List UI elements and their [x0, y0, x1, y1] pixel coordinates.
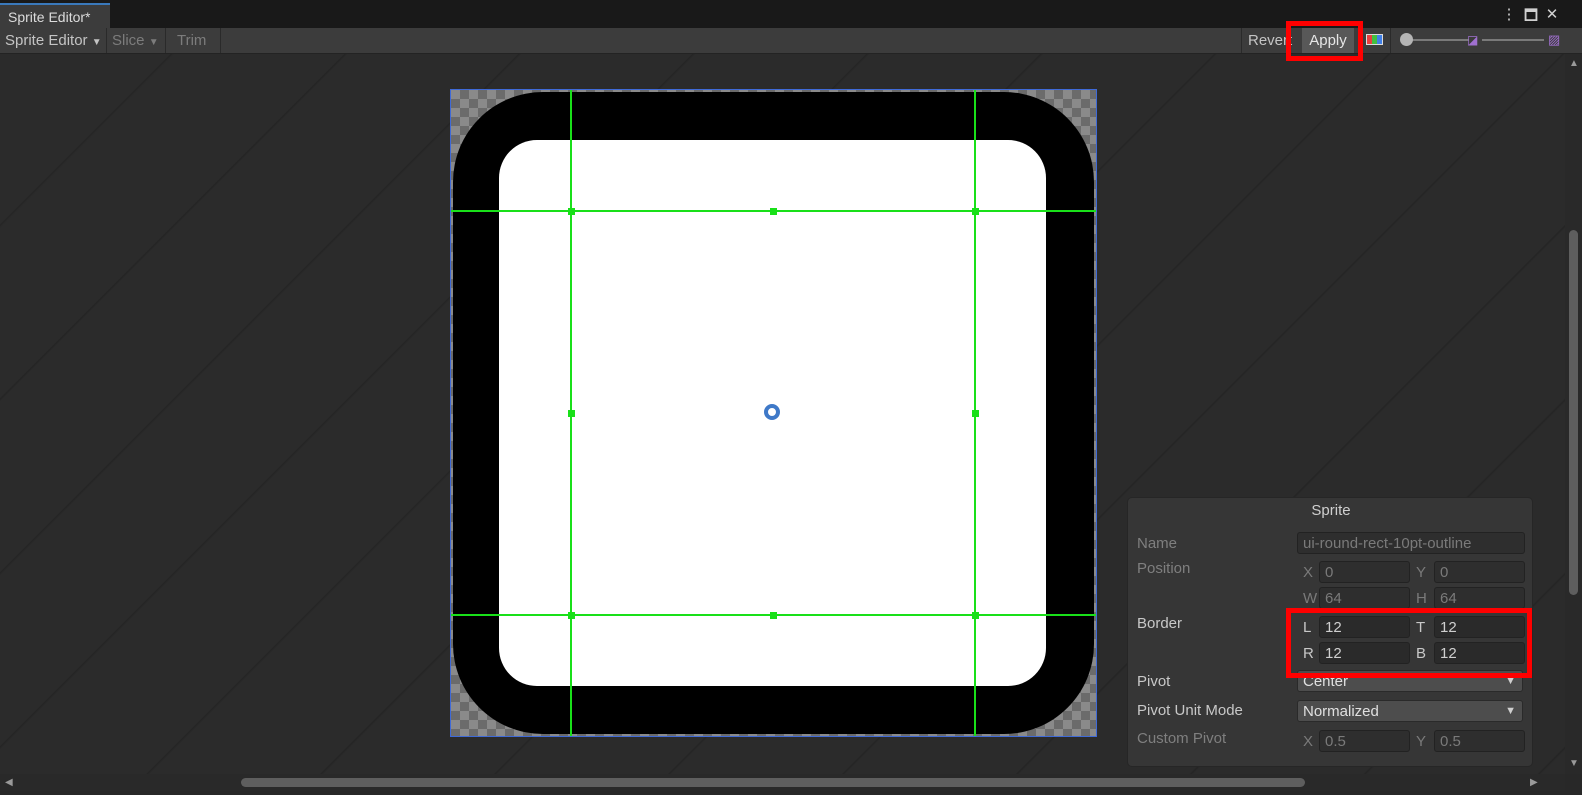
border-handle-top-right[interactable]: [972, 208, 979, 215]
pivot-handle[interactable]: [764, 404, 780, 420]
toolbar-divider: [165, 28, 166, 53]
horizontal-scroll-thumb[interactable]: [241, 778, 1305, 787]
height-label: H: [1416, 590, 1427, 607]
border-handle-top[interactable]: [770, 208, 777, 215]
slice-dropdown-label: Slice: [112, 32, 145, 49]
mode-dropdown[interactable]: Sprite Editor ▼: [0, 28, 107, 53]
rgb-swatch: [1366, 34, 1383, 45]
slice-dropdown[interactable]: Slice ▼: [107, 28, 164, 53]
scroll-down-icon[interactable]: ▼: [1569, 758, 1579, 769]
vertical-scrollbar[interactable]: ▲ ▼: [1565, 54, 1582, 774]
maximize-icon[interactable]: 🗖: [1522, 5, 1540, 30]
y-axis-label: Y: [1416, 564, 1427, 581]
name-label: Name: [1137, 535, 1178, 552]
width-field[interactable]: 64: [1319, 587, 1410, 609]
custom-pivot-label: Custom Pivot: [1137, 730, 1227, 747]
border-fields-highlight-box: [1286, 608, 1532, 678]
position-label: Position: [1137, 560, 1191, 577]
color-channel-icon[interactable]: [1361, 32, 1388, 48]
border-handle-left[interactable]: [568, 410, 575, 417]
zoom-slider-track[interactable]: [1407, 39, 1469, 41]
width-label: W: [1303, 590, 1318, 607]
toolbar-divider: [220, 28, 221, 53]
mip-slider-track[interactable]: [1482, 39, 1544, 41]
zoom-slider-handle[interactable]: [1400, 33, 1413, 46]
custom-pivot-x-field[interactable]: 0.5: [1319, 730, 1410, 752]
position-x-field[interactable]: 0: [1319, 561, 1410, 583]
apply-highlight-box: [1286, 21, 1363, 61]
kebab-menu-icon[interactable]: ⋮: [1500, 5, 1518, 23]
chevron-down-icon: ▼: [148, 37, 159, 48]
border-handle-bottom-left[interactable]: [568, 612, 575, 619]
chevron-down-icon: ▼: [1505, 705, 1516, 717]
pivot-unit-mode-label: Pivot Unit Mode: [1137, 702, 1243, 719]
pivot-unit-mode-value: Normalized: [1303, 703, 1379, 720]
border-handle-bottom-right[interactable]: [972, 612, 979, 619]
horizontal-scrollbar[interactable]: ◀ ▶: [0, 774, 1565, 791]
pivot-label: Pivot: [1137, 673, 1171, 690]
trim-button[interactable]: Trim: [172, 28, 211, 53]
close-icon[interactable]: ✕: [1543, 5, 1561, 23]
scroll-left-icon[interactable]: ◀: [5, 777, 13, 788]
mip-high-icon: ▨: [1548, 32, 1561, 47]
mode-dropdown-label: Sprite Editor: [5, 32, 88, 49]
custom-pivot-x-label: X: [1303, 733, 1314, 750]
name-field[interactable]: ui-round-rect-10pt-outline: [1297, 532, 1525, 554]
x-axis-label: X: [1303, 564, 1314, 581]
panel-title: Sprite: [1311, 502, 1351, 519]
chevron-down-icon: ▼: [91, 37, 102, 48]
vertical-scroll-thumb[interactable]: [1569, 230, 1578, 595]
toolbar-divider: [1241, 28, 1242, 53]
scroll-up-icon[interactable]: ▲: [1569, 58, 1579, 69]
tab-sprite-editor[interactable]: Sprite Editor*: [0, 3, 110, 28]
border-label: Border: [1137, 615, 1183, 632]
position-y-field[interactable]: 0: [1434, 561, 1525, 583]
scroll-right-icon[interactable]: ▶: [1530, 777, 1538, 788]
custom-pivot-y-field[interactable]: 0.5: [1434, 730, 1525, 752]
border-handle-bottom[interactable]: [770, 612, 777, 619]
toolbar-divider: [1390, 28, 1391, 53]
border-handle-top-left[interactable]: [568, 208, 575, 215]
custom-pivot-y-label: Y: [1416, 733, 1427, 750]
pivot-unit-mode-dropdown[interactable]: Normalized ▼: [1297, 700, 1523, 722]
border-handle-right[interactable]: [972, 410, 979, 417]
mip-low-icon: ◪: [1467, 33, 1479, 47]
height-field[interactable]: 64: [1434, 587, 1525, 609]
